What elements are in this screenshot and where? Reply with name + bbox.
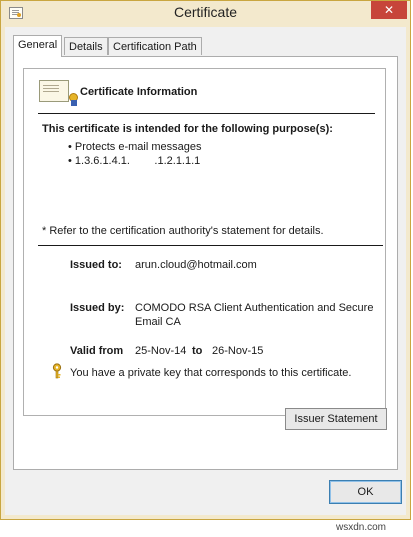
issued-by-label: Issued by:: [70, 302, 125, 314]
divider: [38, 245, 383, 246]
purpose-item: • Protects e-mail messages: [68, 141, 201, 153]
issued-by-value[interactable]: COMODO RSA Client Authentication and Sec…: [135, 302, 373, 314]
issued-to-value[interactable]: arun.cloud@hotmail.com: [135, 259, 257, 271]
dialog-body: General Details Certification Path Certi…: [5, 27, 406, 515]
issued-to-label: Issued to:: [70, 259, 122, 271]
bullet: •: [68, 141, 72, 153]
certificate-information-box: Certificate Information This certificate…: [23, 68, 386, 416]
valid-from-value[interactable]: 25-Nov-14: [135, 345, 186, 357]
purpose-item: • 1.3.6.1.4.1. .1.2.1.1.1: [68, 155, 200, 167]
valid-to-value[interactable]: 26-Nov-15: [212, 345, 263, 357]
footnote: * Refer to the certification authority's…: [42, 225, 324, 237]
ribbon-icon: [71, 100, 77, 106]
asterisk: *: [42, 225, 47, 237]
bullet: •: [68, 155, 72, 167]
purpose-label: 1.3.6.1.4.1. .1.2.1.1.1: [74, 155, 201, 167]
private-key-note: You have a private key that corresponds …: [70, 367, 352, 379]
watermark: wsxdn.com: [336, 522, 387, 533]
valid-from-label: Valid from: [70, 345, 124, 357]
footnote-text: Refer to the certification authority's s…: [49, 225, 324, 237]
close-button[interactable]: ✕: [371, 1, 407, 19]
issued-by-value-cont[interactable]: Email CA: [135, 316, 181, 328]
title-bar[interactable]: Certificate ✕: [1, 1, 410, 27]
certificate-information-heading: Certificate Information: [80, 86, 198, 98]
certificate-dialog: Certificate ✕ General Details Certificat…: [0, 0, 411, 520]
certificate-icon: [39, 80, 69, 102]
tab-details[interactable]: Details: [64, 37, 108, 55]
valid-to-label: to: [192, 345, 203, 357]
ok-button[interactable]: OK: [329, 480, 402, 504]
tab-general[interactable]: General: [13, 35, 63, 57]
purpose-heading: This certificate is intended for the fol…: [42, 123, 333, 135]
key-icon: [52, 363, 62, 379]
divider: [38, 113, 375, 114]
tab-certification-path[interactable]: Certification Path: [108, 37, 202, 55]
window-title: Certificate: [173, 4, 238, 20]
purpose-label: Protects e-mail messages: [74, 141, 202, 153]
issuer-statement-button[interactable]: Issuer Statement: [285, 408, 387, 430]
